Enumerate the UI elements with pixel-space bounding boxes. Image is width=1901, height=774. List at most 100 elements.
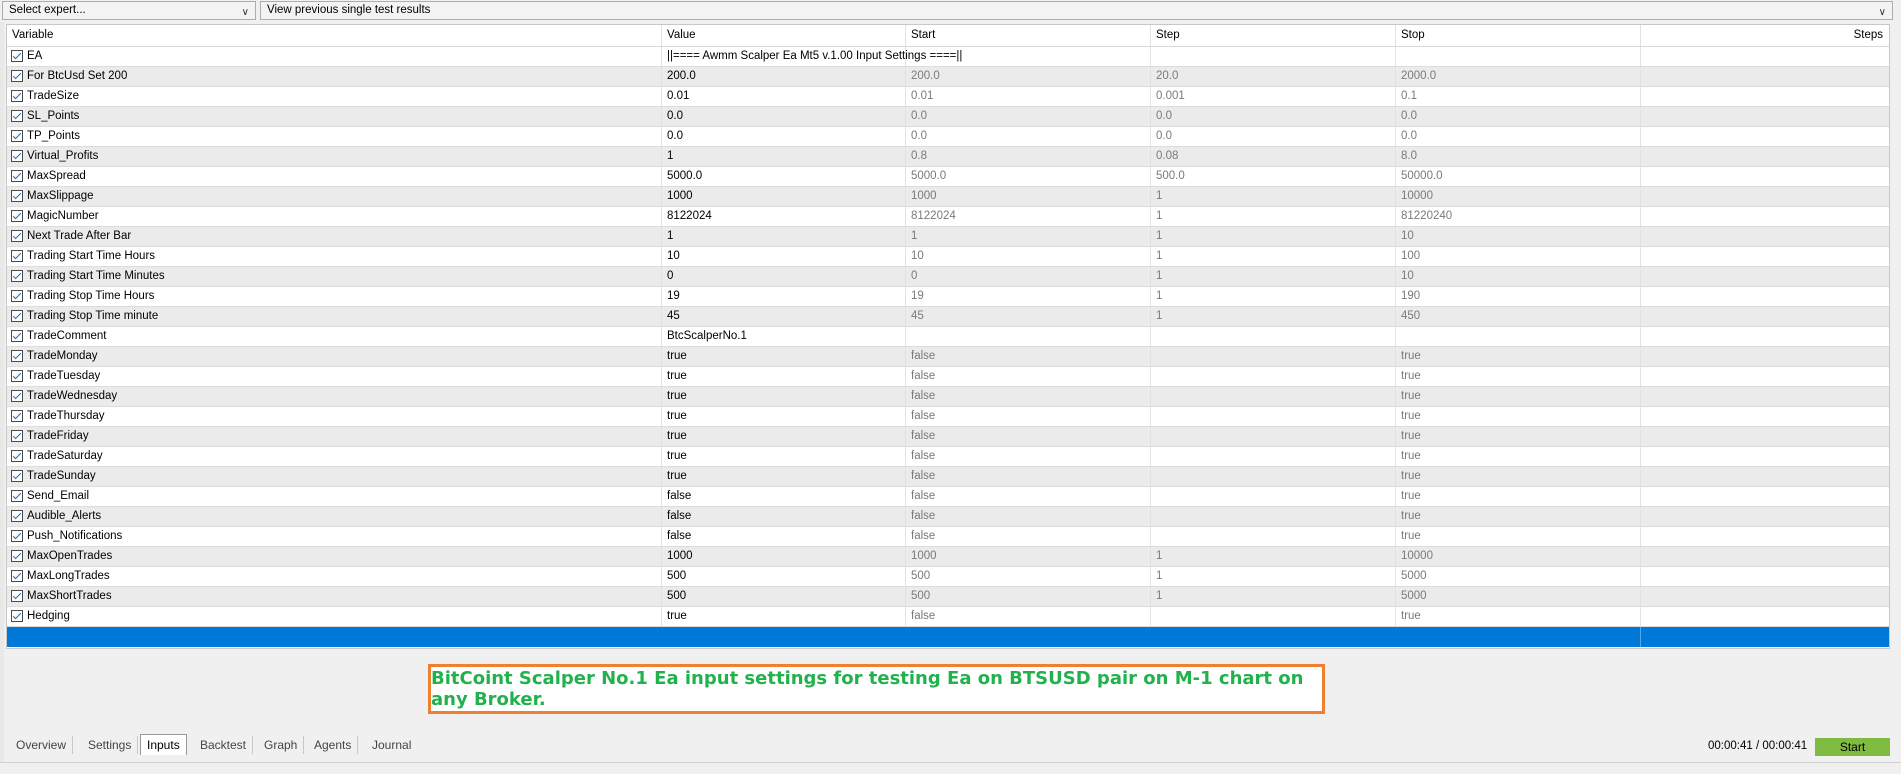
cell-stop[interactable]: 10000 <box>1401 550 1433 562</box>
row-checkbox[interactable] <box>11 530 23 542</box>
cell-start[interactable]: 19 <box>911 290 924 302</box>
cell-stop[interactable]: 450 <box>1401 310 1420 322</box>
row-checkbox[interactable] <box>11 470 23 482</box>
cell-value[interactable]: true <box>667 610 687 622</box>
start-button[interactable]: Start <box>1815 738 1890 756</box>
cell-stop[interactable]: 5000 <box>1401 590 1427 602</box>
cell-step[interactable]: 1 <box>1156 590 1162 602</box>
column-header-value[interactable]: Value <box>667 29 696 41</box>
table-row[interactable]: MaxSlippage 1000 1000 1 10000 <box>7 187 1889 207</box>
table-row[interactable]: Trading Start Time Hours 10 10 1 100 <box>7 247 1889 267</box>
cell-value[interactable]: 500 <box>667 590 686 602</box>
cell-step[interactable]: 20.0 <box>1156 70 1178 82</box>
row-checkbox[interactable] <box>11 570 23 582</box>
column-header-variable[interactable]: Variable <box>12 29 53 41</box>
table-row[interactable]: TradeComment BtcScalperNo.1 <box>7 327 1889 347</box>
cell-start[interactable]: 0.8 <box>911 150 927 162</box>
cell-stop[interactable]: 5000 <box>1401 570 1427 582</box>
row-checkbox[interactable] <box>11 170 23 182</box>
cell-stop[interactable]: 10 <box>1401 230 1414 242</box>
row-checkbox[interactable] <box>11 550 23 562</box>
cell-start[interactable]: false <box>911 470 935 482</box>
cell-start[interactable]: false <box>911 370 935 382</box>
cell-stop[interactable]: true <box>1401 430 1421 442</box>
row-checkbox[interactable] <box>11 350 23 362</box>
row-checkbox[interactable] <box>11 510 23 522</box>
tab-graph[interactable]: Graph <box>258 736 305 754</box>
cell-step[interactable]: 1 <box>1156 210 1162 222</box>
results-select[interactable]: View previous single test results ∨ <box>260 1 1893 20</box>
table-row[interactable]: MagicNumber 8122024 8122024 1 81220240 <box>7 207 1889 227</box>
cell-start[interactable]: 8122024 <box>911 210 956 222</box>
tab-journal[interactable]: Journal <box>366 736 417 754</box>
cell-start[interactable]: 1000 <box>911 190 937 202</box>
cell-value[interactable]: 10 <box>667 250 680 262</box>
row-checkbox[interactable] <box>11 230 23 242</box>
row-checkbox[interactable] <box>11 250 23 262</box>
cell-step[interactable]: 0.08 <box>1156 150 1178 162</box>
row-checkbox[interactable] <box>11 370 23 382</box>
cell-start[interactable]: false <box>911 430 935 442</box>
cell-start[interactable]: 5000.0 <box>911 170 946 182</box>
table-row[interactable]: Audible_Alerts false false true <box>7 507 1889 527</box>
row-checkbox[interactable] <box>11 270 23 282</box>
table-row[interactable]: TradeThursday true false true <box>7 407 1889 427</box>
cell-start[interactable]: false <box>911 530 935 542</box>
cell-start[interactable]: false <box>911 410 935 422</box>
table-row[interactable]: MaxOpenTrades 1000 1000 1 10000 <box>7 547 1889 567</box>
cell-value[interactable]: ||==== Awmm Scalper Ea Mt5 v.1.00 Input … <box>667 50 962 62</box>
row-checkbox[interactable] <box>11 50 23 62</box>
table-row[interactable]: TradeTuesday true false true <box>7 367 1889 387</box>
cell-start[interactable]: false <box>911 610 935 622</box>
column-header-stop[interactable]: Stop <box>1401 29 1425 41</box>
cell-stop[interactable]: 100 <box>1401 250 1420 262</box>
cell-step[interactable]: 0.001 <box>1156 90 1185 102</box>
table-row[interactable]: Trading Stop Time Hours 19 19 1 190 <box>7 287 1889 307</box>
table-row[interactable]: Virtual_Profits 1 0.8 0.08 8.0 <box>7 147 1889 167</box>
cell-value[interactable]: 0 <box>667 270 673 282</box>
cell-stop[interactable]: true <box>1401 610 1421 622</box>
cell-value[interactable]: 1 <box>667 150 673 162</box>
expert-select[interactable]: Select expert... ∨ <box>2 1 256 20</box>
cell-step[interactable]: 1 <box>1156 570 1162 582</box>
cell-stop[interactable]: 0.0 <box>1401 110 1417 122</box>
cell-stop[interactable]: 8.0 <box>1401 150 1417 162</box>
table-row[interactable]: TradeMonday true false true <box>7 347 1889 367</box>
row-checkbox[interactable] <box>11 590 23 602</box>
cell-value[interactable]: true <box>667 450 687 462</box>
column-header-steps[interactable]: Steps <box>1854 29 1883 41</box>
tab-inputs[interactable]: Inputs <box>140 734 187 755</box>
cell-start[interactable]: 0 <box>911 270 917 282</box>
cell-start[interactable]: 1000 <box>911 550 937 562</box>
cell-value[interactable]: 1000 <box>667 550 693 562</box>
cell-stop[interactable]: true <box>1401 510 1421 522</box>
table-row[interactable]: Push_Notifications false false true <box>7 527 1889 547</box>
row-checkbox[interactable] <box>11 610 23 622</box>
row-checkbox[interactable] <box>11 210 23 222</box>
row-checkbox[interactable] <box>11 330 23 342</box>
cell-start[interactable]: 45 <box>911 310 924 322</box>
row-checkbox[interactable] <box>11 450 23 462</box>
table-row[interactable]: Trading Stop Time minute 45 45 1 450 <box>7 307 1889 327</box>
cell-stop[interactable]: 81220240 <box>1401 210 1452 222</box>
row-checkbox[interactable] <box>11 110 23 122</box>
cell-step[interactable]: 1 <box>1156 290 1162 302</box>
cell-start[interactable]: 500 <box>911 590 930 602</box>
cell-stop[interactable]: true <box>1401 410 1421 422</box>
cell-start[interactable]: 0.0 <box>911 110 927 122</box>
row-checkbox[interactable] <box>11 310 23 322</box>
cell-value[interactable]: true <box>667 390 687 402</box>
table-row[interactable]: For BtcUsd Set 200 200.0 200.0 20.0 2000.0 <box>7 67 1889 87</box>
cell-value[interactable]: true <box>667 430 687 442</box>
table-row[interactable]: TradeSize 0.01 0.01 0.001 0.1 <box>7 87 1889 107</box>
column-header-start[interactable]: Start <box>911 29 935 41</box>
table-row[interactable]: Hedging true false true <box>7 607 1889 627</box>
cell-stop[interactable]: true <box>1401 490 1421 502</box>
cell-stop[interactable]: 2000.0 <box>1401 70 1436 82</box>
cell-value[interactable]: 8122024 <box>667 210 712 222</box>
table-row[interactable]: TradeSaturday true false true <box>7 447 1889 467</box>
cell-start[interactable]: 1 <box>911 230 917 242</box>
cell-value[interactable]: 5000.0 <box>667 170 702 182</box>
cell-step[interactable]: 0.0 <box>1156 110 1172 122</box>
cell-start[interactable]: false <box>911 450 935 462</box>
